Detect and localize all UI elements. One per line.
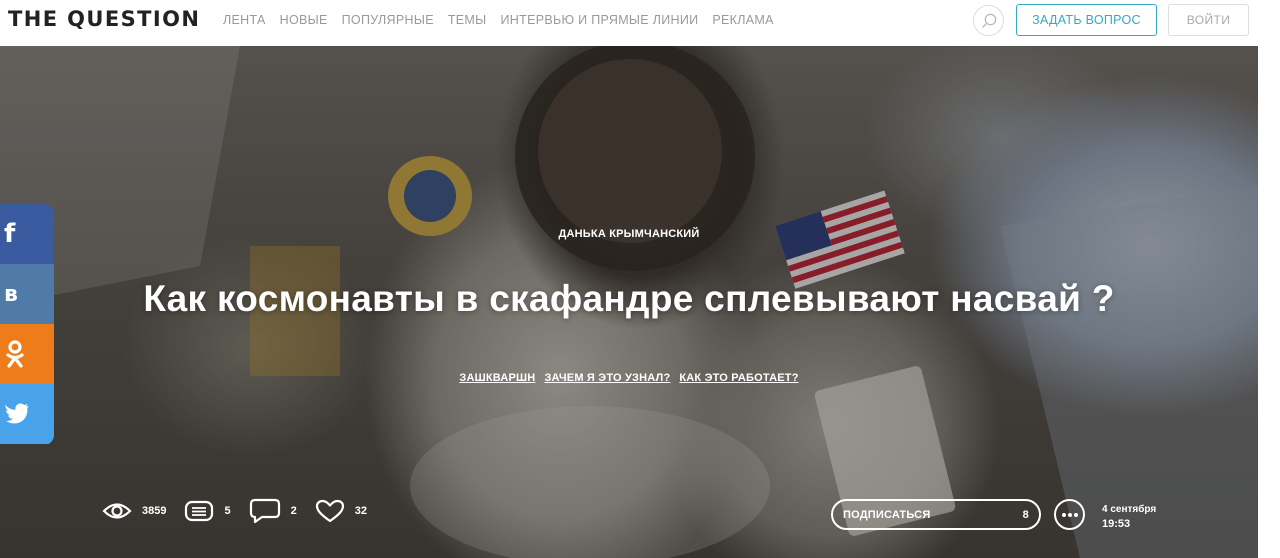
tag-link[interactable]: КАК ЭТО РАБОТАЕТ? [679,372,798,384]
question-date: 4 сентября 19:53 [1102,502,1156,532]
search-button[interactable] [973,5,1004,36]
more-dots-icon [1061,512,1078,517]
date-time: 19:53 [1102,518,1131,530]
nav-interviews[interactable]: ИНТЕРВЬЮ И ПРЯМЫЕ ЛИНИИ [501,13,699,27]
main-nav: ЛЕНТА НОВЫЕ ПОПУЛЯРНЫЕ ТЕМЫ ИНТЕРВЬЮ И П… [223,13,774,27]
odnoklassniki-icon [6,340,24,368]
views-count: 3859 [142,505,167,517]
comments-count: 2 [290,505,297,517]
search-icon [981,13,996,28]
question-author[interactable]: ДАНЬКА КРЫМЧАНСКИЙ [0,228,1258,240]
nav-new[interactable]: НОВЫЕ [280,13,328,27]
facebook-share-button[interactable]: f [0,204,54,264]
eye-icon [102,503,132,519]
likes-count: 32 [354,505,367,517]
more-options-button[interactable] [1054,499,1085,530]
right-margin [1258,0,1280,558]
nav-popular[interactable]: ПОПУЛЯРНЫЕ [342,13,434,27]
twitter-icon [4,403,29,424]
vk-icon: в [4,281,18,307]
question-tags: ЗАШКВАРШН ЗАЧЕМ Я ЭТО УЗНАЛ? КАК ЭТО РАБ… [0,372,1258,384]
subscribe-button[interactable]: ПОДПИСАТЬСЯ 8 [831,499,1041,530]
social-share-bar: f в [0,204,54,445]
nav-topics[interactable]: ТЕМЫ [448,13,487,27]
views-stat: 3859 [102,501,166,521]
vk-share-button[interactable]: в [0,264,54,324]
answers-icon [185,500,214,522]
subscribers-count: 8 [1022,508,1029,521]
date-day: 4 сентября [1102,504,1157,515]
top-header: THE QUESTION ЛЕНТА НОВЫЕ ПОПУЛЯРНЫЕ ТЕМЫ… [0,0,1280,46]
answers-count: 5 [224,505,231,517]
likes-stat[interactable]: 32 [315,499,367,523]
odnoklassniki-share-button[interactable] [0,324,54,384]
site-logo[interactable]: THE QUESTION [8,7,200,31]
answers-stat[interactable]: 5 [184,500,231,522]
facebook-icon: f [4,219,16,249]
nav-ads[interactable]: РЕКЛАМА [712,13,773,27]
comments-stat[interactable]: 2 [249,498,297,524]
question-title: Как космонавты в скафандре сплевывают на… [143,278,1115,319]
subscribe-label: ПОДПИСАТЬСЯ [843,508,931,521]
tag-link[interactable]: ЗАШКВАРШН [459,372,535,384]
tag-link[interactable]: ЗАЧЕМ Я ЭТО УЗНАЛ? [544,372,670,384]
question-stats: 3859 5 2 32 [102,498,385,524]
question-hero: ДАНЬКА КРЫМЧАНСКИЙ Как космонавты в скаф… [0,46,1258,558]
twitter-share-button[interactable] [0,384,54,444]
nav-feed[interactable]: ЛЕНТА [223,13,266,27]
login-button[interactable]: ВОЙТИ [1168,4,1249,36]
comment-icon [249,498,280,524]
heart-icon [315,499,344,523]
ask-question-button[interactable]: ЗАДАТЬ ВОПРОС [1016,4,1157,36]
